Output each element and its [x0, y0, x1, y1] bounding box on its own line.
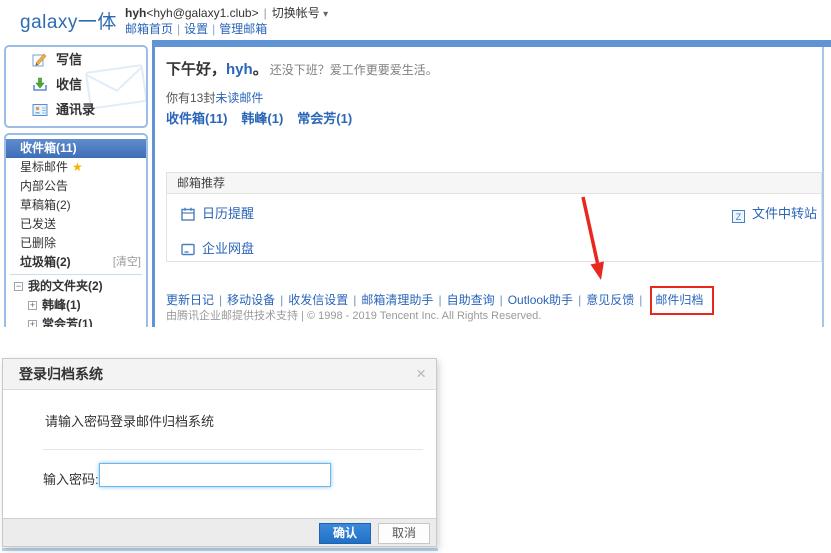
link-mobile-device[interactable]: 移动设备 [227, 293, 275, 307]
empty-trash-link[interactable]: [清空] [113, 253, 141, 272]
main-top-bar [152, 40, 831, 47]
link-mail-archive[interactable]: 邮件归档 [655, 293, 703, 307]
expand-icon[interactable]: + [28, 320, 37, 327]
recommend-file-transfer[interactable]: Z文件中转站 [732, 203, 817, 223]
nav-manage-mail[interactable]: 管理邮箱 [219, 22, 267, 36]
logo: galaxy一体 [20, 7, 117, 34]
sidebar-item-compose[interactable]: 写信 [6, 47, 146, 72]
account-email: <hyh@galaxy1.club> [146, 6, 258, 20]
page-bottom-edge [2, 548, 438, 551]
recommend-title: 邮箱推荐 [167, 173, 821, 194]
switch-account-link[interactable]: 切换帐号 ▾ [272, 6, 328, 20]
link-send-receive-settings[interactable]: 收发信设置 [288, 293, 348, 307]
shortcut-changhuifang[interactable]: 常会芳(1) [297, 111, 352, 126]
folder-shortcuts: 收件箱(11) 韩峰(1) 常会芳(1) [166, 108, 366, 127]
folder-drafts[interactable]: 草稿箱(2) [6, 196, 146, 215]
folder-announcements[interactable]: 内部公告 [6, 177, 146, 196]
account-info: hyh<hyh@galaxy1.club>|切换帐号 ▾ [125, 4, 328, 21]
folder-inbox[interactable]: 收件箱(11) [6, 139, 146, 158]
folder-trash[interactable]: 垃圾箱(2)[清空] [6, 253, 146, 272]
shortcut-hanfeng[interactable]: 韩峰(1) [241, 111, 283, 126]
link-update-diary[interactable]: 更新日记 [166, 293, 214, 307]
dialog-title: 登录归档系统 [19, 366, 103, 382]
recommend-panel: 邮箱推荐 日历提醒 企业网盘 Z文件中转站 [166, 172, 822, 262]
chevron-down-icon: ▾ [323, 9, 328, 20]
password-label: 输入密码: [43, 469, 99, 488]
close-icon[interactable]: × [416, 359, 426, 389]
nav-settings[interactable]: 设置 [184, 22, 208, 36]
dialog-divider [43, 449, 423, 450]
folder-deleted[interactable]: 已删除 [6, 234, 146, 253]
shortcut-inbox[interactable]: 收件箱(11) [166, 111, 227, 126]
cancel-button[interactable]: 取消 [378, 523, 430, 544]
annotation-red-box: 邮件归档 [650, 286, 714, 315]
drive-icon [181, 243, 195, 256]
sidebar-folders-box: 收件箱(11) 星标邮件★ 内部公告 草稿箱(2) 已发送 已删除 垃圾箱(2)… [4, 133, 148, 327]
folder-my-folders[interactable]: −我的文件夹(2) [6, 277, 146, 296]
main-left-border [152, 47, 155, 327]
collapse-icon[interactable]: − [14, 282, 23, 291]
nav-mail-home[interactable]: 邮箱首页 [125, 22, 173, 36]
dialog-footer: 确认 取消 [3, 518, 436, 546]
contacts-icon [32, 103, 48, 117]
sidebar-item-contacts[interactable]: 通讯录 [6, 97, 146, 122]
receive-icon [32, 77, 48, 92]
recommend-calendar[interactable]: 日历提醒 [181, 203, 254, 222]
folder-sent[interactable]: 已发送 [6, 215, 146, 234]
copyright: 由腾讯企业邮提供技术支持 | © 1998 - 2019 Tencent Inc… [166, 307, 541, 323]
unread-summary: 你有13封未读邮件 [166, 89, 263, 106]
main-right-border [822, 47, 824, 327]
greeting: 下午好，hyh。还没下班？爱工作更要爱生活。 [166, 58, 438, 79]
greeting-username: hyh [226, 61, 253, 78]
link-cleanup-assistant[interactable]: 邮箱清理助手 [361, 293, 433, 307]
sidebar-divider [10, 274, 142, 275]
dialog-body-text: 请输入密码登录邮件归档系统 [45, 411, 214, 430]
folder-hanfeng[interactable]: +韩峰(1) [6, 296, 146, 315]
link-self-query[interactable]: 自助查询 [447, 293, 495, 307]
folder-starred[interactable]: 星标邮件★ [6, 158, 146, 177]
expand-icon[interactable]: + [28, 301, 37, 310]
sidebar-item-receive[interactable]: 收信 [6, 72, 146, 97]
login-archive-dialog: 登录归档系统 × 请输入密码登录邮件归档系统 输入密码: 确认 取消 [2, 358, 437, 547]
unread-mail-link[interactable]: 未读邮件 [215, 91, 263, 105]
calendar-icon [181, 207, 195, 221]
compose-icon [32, 52, 48, 67]
greeting-tip: 还没下班？爱工作更要爱生活。 [270, 63, 438, 77]
dialog-header: 登录归档系统 × [3, 359, 436, 390]
confirm-button[interactable]: 确认 [319, 523, 371, 544]
recommend-drive[interactable]: 企业网盘 [181, 238, 254, 257]
link-outlook-assistant[interactable]: Outlook助手 [508, 293, 573, 307]
star-icon: ★ [72, 160, 83, 174]
account-name: hyh [125, 6, 146, 20]
header-nav: 邮箱首页|设置|管理邮箱 [125, 20, 267, 37]
sidebar: 写信 收信 通讯录 收件箱(11) 星标邮件★ 内部公告 草 [4, 45, 150, 327]
password-input[interactable] [99, 463, 331, 487]
sidebar-actions-box: 写信 收信 通讯录 [4, 45, 148, 128]
link-feedback[interactable]: 意见反馈 [586, 293, 634, 307]
page: galaxy一体 hyh<hyh@galaxy1.club>|切换帐号 ▾ 邮箱… [0, 0, 831, 553]
file-transfer-icon: Z [732, 210, 745, 223]
folder-changhuifang[interactable]: +常会芳(1) [6, 315, 146, 327]
